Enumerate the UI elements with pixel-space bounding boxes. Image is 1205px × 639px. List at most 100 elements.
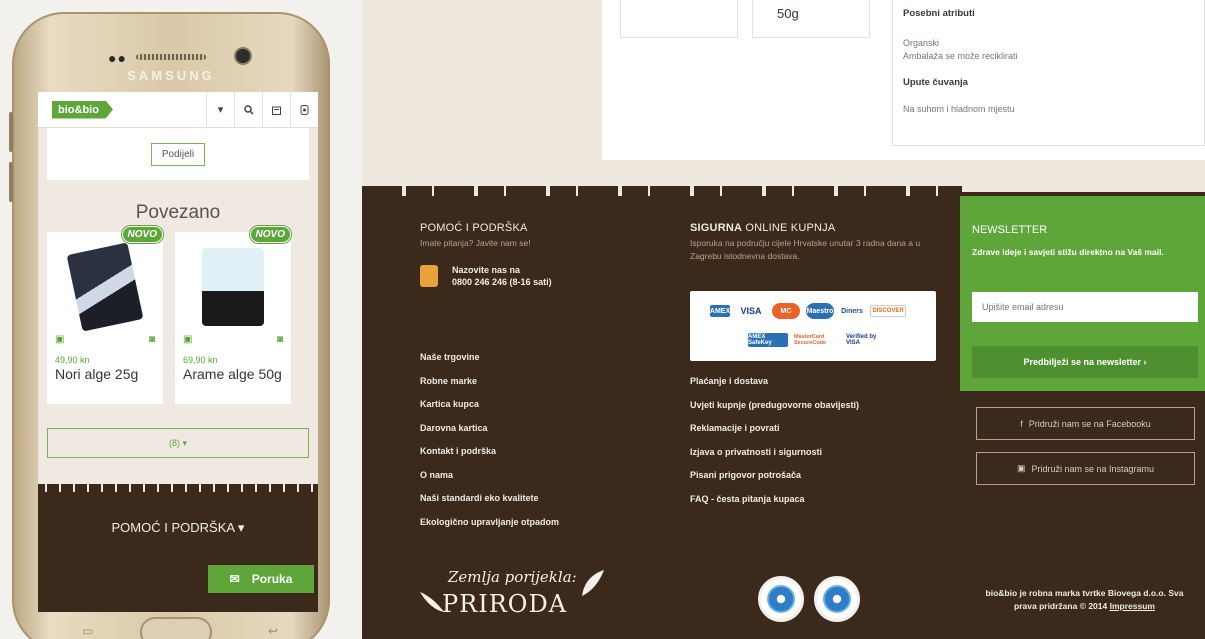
secure-subtitle: Isporuka na području cijele Hrvatske unu…: [690, 238, 921, 261]
product-card[interactable]: NOVO ▣ ◙ 69,90 kn Arame alge 50g: [175, 226, 291, 404]
product-image[interactable]: [202, 248, 264, 326]
instagram-button[interactable]: ▣ Pridruži nam se na Instagramu: [976, 452, 1195, 485]
bag-icon[interactable]: [262, 92, 290, 128]
search-icon[interactable]: [234, 92, 262, 128]
amex-safekey-icon: AMEX SafeKey: [748, 333, 788, 347]
footer-link[interactable]: Kartica kupca: [420, 399, 559, 423]
recent-apps-icon[interactable]: ↩: [268, 624, 278, 638]
impressum-link[interactable]: Impressum: [1110, 601, 1155, 611]
volume-button: [9, 112, 13, 152]
newsletter-box: NEWSLETTER Zdrave ideje i savjeti stižu …: [960, 196, 1205, 391]
copyright-line2: prava pridržana © 2014: [1014, 601, 1108, 611]
mastercard-icon: MC: [772, 303, 800, 319]
payment-cards: AMEX VISA MC Maestro Diners DISCOVER AME…: [690, 291, 936, 361]
product-price: 69,90 kn: [183, 355, 218, 365]
storage-title: Upute čuvanja: [903, 77, 968, 88]
verified-by-visa-icon: Verified by VISA: [846, 333, 886, 347]
call-row[interactable]: Nazovite nas na 0800 246 246 (8-16 sati): [420, 264, 650, 288]
storage-text: Na suhom i hladnom mjestu: [903, 104, 1015, 114]
certification-badge: [814, 576, 860, 622]
torn-edge: [362, 186, 962, 196]
footer-link[interactable]: Izjava o privatnosti i sigurnosti: [690, 447, 859, 471]
newsletter-subscribe-button[interactable]: Predbilježi se na newsletter ›: [972, 346, 1198, 378]
front-camera: [236, 49, 250, 63]
site-footer: POMOĆ I PODRŠKA Imate pitanja? Javite na…: [362, 186, 1205, 639]
certification-badge: [758, 576, 804, 622]
sensor-dots: ●●: [108, 50, 127, 66]
cart-icon[interactable]: ◙: [277, 334, 283, 345]
footer-link[interactable]: Kontakt i podrška: [420, 446, 559, 470]
footer-link[interactable]: Plaćanje i dostava: [690, 376, 859, 400]
phone-preview-area: ●● SAMSUNG bio&bio ▾ Podijeli Povezano N…: [0, 0, 362, 639]
logo-line1: Zemlja porijekla:: [448, 568, 577, 586]
facebook-button[interactable]: f Pridruži nam se na Facebooku: [976, 407, 1195, 440]
spec-weight: 50g: [752, 0, 870, 38]
telephone-icon: [420, 265, 438, 287]
discover-card-icon: DISCOVER: [870, 305, 906, 317]
product-name[interactable]: Nori alge 25g: [47, 367, 163, 382]
newsletter-text: Zdrave ideje i savjeti stižu direktno na…: [972, 247, 1164, 257]
mobile-logo[interactable]: bio&bio: [52, 100, 113, 119]
footer-link[interactable]: Darovna kartica: [420, 423, 559, 447]
back-nav-icon[interactable]: ▭: [82, 624, 93, 638]
message-button[interactable]: ✉ Poruka: [208, 565, 314, 593]
call-number: 0800 246 246 (8-16 sati): [452, 277, 552, 287]
help-accordion[interactable]: POMOĆ I PODRŠKA ▾: [38, 520, 318, 536]
spec-cell: [620, 0, 738, 38]
chevron-down-icon[interactable]: ▾: [206, 92, 234, 128]
special-item: Organski: [903, 38, 940, 48]
home-button[interactable]: [140, 617, 212, 639]
footer-link[interactable]: FAQ - česta pitanja kupaca: [690, 494, 859, 518]
copyright: bio&bio je robna marka tvrtke Biovega d.…: [964, 587, 1205, 613]
spec-panel: Posebni atributi Organski Ambalaža se mo…: [892, 0, 1205, 146]
product-name[interactable]: Arame alge 50g: [175, 367, 291, 382]
maestro-card-icon: Maestro: [806, 303, 834, 319]
special-title: Posebni atributi: [903, 8, 975, 19]
logo-line2: PRIRODA: [442, 590, 568, 618]
bag-icon[interactable]: ▣: [183, 334, 192, 345]
instagram-icon: ▣: [1016, 463, 1026, 473]
help-column: POMOĆ I PODRŠKA Imate pitanja? Javite na…: [420, 222, 650, 288]
account-icon[interactable]: [290, 92, 318, 128]
newsletter-email-input[interactable]: [972, 292, 1198, 322]
instagram-label: Pridruži nam se na Instagramu: [1031, 463, 1155, 474]
call-line1: Nazovite nas na: [452, 265, 521, 275]
new-badge: NOVO: [121, 226, 163, 243]
secure-links: Plaćanje i dostava Uvjeti kupnje (predug…: [690, 376, 859, 517]
bag-icon[interactable]: ▣: [55, 334, 64, 345]
footer-link[interactable]: Naši standardi eko kvalitete: [420, 493, 559, 517]
secure-title: SIGURNA ONLINE KUPNJA: [690, 222, 836, 234]
more-dropdown[interactable]: (8) ▾: [47, 428, 309, 458]
facebook-icon: f: [1020, 418, 1023, 429]
footer-link[interactable]: Naše trgovine: [420, 352, 559, 376]
torn-edge: [38, 484, 318, 492]
visa-card-icon: VISA: [736, 305, 766, 317]
footer-link[interactable]: Ekologično upravljanje otpadom: [420, 517, 559, 541]
footer-link[interactable]: Pisani prigovor potrošača: [690, 470, 859, 494]
mastercard-securecode-icon: MasterCard SecureCode: [794, 333, 840, 347]
share-button[interactable]: Podijeli: [150, 142, 206, 166]
product-image[interactable]: [66, 242, 144, 332]
product-price: 49,90 kn: [55, 355, 90, 365]
speaker-grill: [136, 54, 206, 60]
mobile-header: bio&bio ▾: [38, 92, 318, 128]
share-section: Podijeli: [47, 128, 309, 180]
related-title: Povezano: [135, 202, 221, 223]
newsletter-title: NEWSLETTER: [972, 224, 1048, 236]
envelope-icon: ✉: [229, 572, 240, 586]
amex-card-icon: AMEX: [710, 305, 730, 317]
help-title: POMOĆ I PODRŠKA: [420, 222, 528, 234]
leaf-icon: [582, 570, 604, 596]
footer-link[interactable]: Reklamacije i povrati: [690, 423, 859, 447]
special-item: Ambalaža se može reciklirati: [903, 51, 1018, 61]
help-links: Naše trgovine Robne marke Kartica kupca …: [420, 352, 559, 540]
cart-icon[interactable]: ◙: [149, 334, 155, 345]
footer-link[interactable]: Uvjeti kupnje (predugovorne obavijesti): [690, 400, 859, 424]
footer-link[interactable]: Robne marke: [420, 376, 559, 400]
leaf-icon: [420, 592, 444, 612]
product-card[interactable]: NOVO ▣ ◙ 49,90 kn Nori alge 25g: [47, 226, 163, 404]
new-badge: NOVO: [249, 226, 291, 243]
help-subtitle: Imate pitanja? Javite nam se!: [420, 238, 531, 248]
footer-link[interactable]: O nama: [420, 470, 559, 494]
phone-screen: bio&bio ▾ Podijeli Povezano NOVO ▣ ◙ 49,…: [38, 92, 318, 612]
